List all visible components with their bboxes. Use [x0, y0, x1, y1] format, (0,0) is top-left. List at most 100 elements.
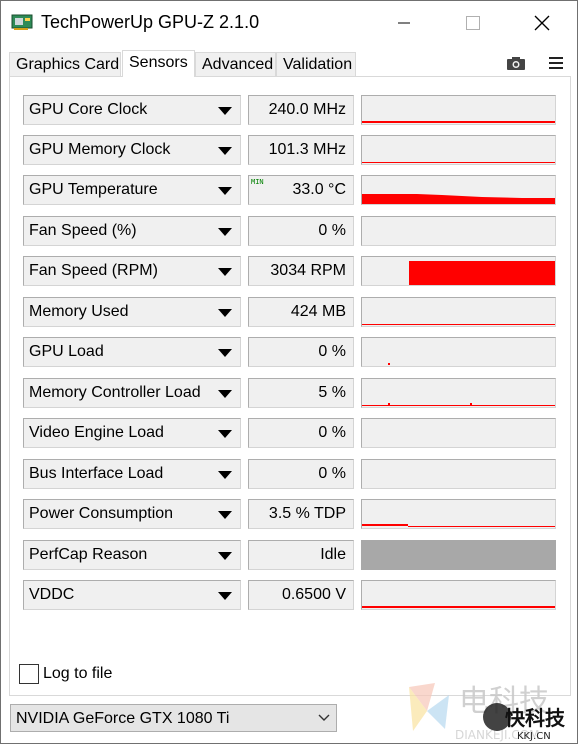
sensor-graph [361, 378, 556, 408]
sensor-graph-plot [409, 261, 555, 285]
dropdown-arrow-icon [218, 390, 232, 398]
dropdown-arrow-icon [218, 349, 232, 357]
maximize-button[interactable] [450, 1, 496, 45]
sensor-name-label: GPU Memory Clock [29, 141, 171, 158]
dropdown-arrow-icon [218, 228, 232, 236]
graph-line [362, 162, 555, 163]
window-title: TechPowerUp GPU-Z 2.1.0 [41, 12, 260, 32]
sensor-value: 0.6500 V [248, 580, 354, 610]
sensor-graph-plot [362, 524, 555, 527]
sensor-name-label: Memory Controller Load [29, 384, 201, 401]
dropdown-arrow-icon [218, 107, 232, 115]
min-indicator: MIN [251, 178, 264, 186]
dropdown-arrow-icon [218, 471, 232, 479]
sensor-graph [361, 216, 556, 246]
sensor-name-label: Memory Used [29, 303, 129, 320]
sensor-graph [361, 256, 556, 286]
sensor-name-dropdown[interactable]: Memory Controller Load [23, 378, 241, 408]
sensor-name-dropdown[interactable]: PerfCap Reason [23, 540, 241, 570]
watermark-logo: 电科技 DIANKEJI.COM 快科技 KKJ.CN [409, 683, 566, 742]
device-select[interactable]: NVIDIA GeForce GTX 1080 Ti [10, 704, 337, 732]
dropdown-arrow-icon [218, 187, 232, 195]
graph-line [362, 405, 555, 406]
camera-icon[interactable] [506, 55, 526, 71]
dropdown-arrow-icon [218, 430, 232, 438]
sensor-graph-plot [362, 403, 555, 406]
tab-bar: Graphics Card Sensors Advanced Validatio… [9, 50, 571, 77]
dropdown-arrow-icon [218, 592, 232, 600]
sensor-name-label: GPU Temperature [29, 181, 158, 198]
sensor-graph [361, 175, 556, 205]
sensor-value: MIN 33.0 °C [248, 175, 354, 205]
sensor-name-label: Video Engine Load [29, 424, 164, 441]
sensor-graph [361, 297, 556, 327]
perfcap-graph [361, 540, 556, 570]
graph-line [362, 524, 408, 526]
sensor-name-dropdown[interactable]: Memory Used [23, 297, 241, 327]
maximize-icon [466, 16, 480, 30]
sensor-value: 5 % [248, 378, 354, 408]
sensor-name-label: PerfCap Reason [29, 546, 148, 563]
sensor-name-dropdown[interactable]: Bus Interface Load [23, 459, 241, 489]
dropdown-arrow-icon [218, 268, 232, 276]
sensor-name-dropdown[interactable]: Video Engine Load [23, 418, 241, 448]
gpuz-window: TechPowerUp GPU-Z 2.1.0 Graphics Card Se… [0, 0, 578, 744]
watermark-overlay: 快科技 [505, 706, 566, 730]
tab-graphics-card[interactable]: Graphics Card [9, 52, 121, 76]
sensor-graph-plot [362, 162, 555, 163]
title-bar[interactable]: TechPowerUp GPU-Z 2.1.0 [1, 1, 577, 45]
minimize-button[interactable] [381, 1, 427, 45]
hamburger-menu-icon[interactable] [548, 56, 564, 70]
log-to-file-checkbox[interactable] [19, 664, 39, 684]
close-button[interactable] [519, 1, 565, 45]
graph-area [409, 261, 555, 285]
sensor-name-dropdown[interactable]: GPU Memory Clock [23, 135, 241, 165]
sensor-graph [361, 499, 556, 529]
sensor-name-dropdown[interactable]: Fan Speed (RPM) [23, 256, 241, 286]
sensor-name-dropdown[interactable]: VDDC [23, 580, 241, 610]
graph-area [362, 194, 555, 204]
sensor-value: 0 % [248, 418, 354, 448]
tab-sensors[interactable]: Sensors [122, 50, 195, 77]
sensor-name-label: Power Consumption [29, 505, 174, 522]
device-select-value: NVIDIA GeForce GTX 1080 Ti [16, 710, 230, 727]
sensor-value: 0 % [248, 216, 354, 246]
sensor-graph-plot [362, 194, 555, 204]
tab-advanced[interactable]: Advanced [195, 52, 276, 76]
sensor-value: 101.3 MHz [248, 135, 354, 165]
graph-line [362, 606, 555, 608]
graph-line [408, 526, 555, 527]
sensor-graph [361, 337, 556, 367]
sensor-value-text: 33.0 °C [292, 181, 346, 198]
sensor-graph-plot [362, 606, 555, 608]
sensor-graph-plot [362, 121, 555, 123]
dropdown-arrow-icon [218, 147, 232, 155]
sensor-name-label: GPU Core Clock [29, 101, 148, 118]
sensor-value: 3034 RPM [248, 256, 354, 286]
close-icon [534, 15, 550, 31]
sensor-name-dropdown[interactable]: GPU Load [23, 337, 241, 367]
watermark-overlay-sub: KKJ.CN [517, 731, 551, 742]
sensor-name-label: Fan Speed (%) [29, 222, 137, 239]
sensor-name-dropdown[interactable]: Power Consumption [23, 499, 241, 529]
sensor-graph-plot [388, 363, 390, 365]
minimize-icon [398, 22, 410, 24]
dropdown-arrow-icon [218, 309, 232, 317]
chevron-down-icon [318, 714, 330, 721]
graph-blip [388, 363, 390, 365]
sensor-name-dropdown[interactable]: GPU Temperature [23, 175, 241, 205]
sensor-value: 0 % [248, 337, 354, 367]
graph-line [362, 121, 555, 123]
dropdown-arrow-icon [218, 552, 232, 560]
sensor-value: 0 % [248, 459, 354, 489]
sensor-name-label: VDDC [29, 586, 75, 603]
tab-validation[interactable]: Validation [276, 52, 356, 76]
sensor-name-dropdown[interactable]: GPU Core Clock [23, 95, 241, 125]
sensor-graph [361, 418, 556, 448]
sensor-name-dropdown[interactable]: Fan Speed (%) [23, 216, 241, 246]
gpu-card-icon [11, 14, 33, 30]
sensor-name-label: Bus Interface Load [29, 465, 164, 482]
log-to-file-label[interactable]: Log to file [43, 665, 112, 683]
sensor-value: 3.5 % TDP [248, 499, 354, 529]
sensor-graph [361, 459, 556, 489]
